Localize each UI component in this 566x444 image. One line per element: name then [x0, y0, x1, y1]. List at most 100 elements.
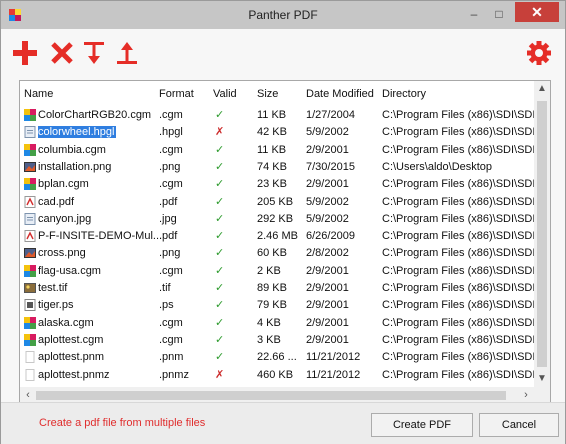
- file-date-modified: 2/9/2001: [306, 316, 349, 329]
- file-size: 42 KB: [257, 126, 287, 139]
- file-directory: C:\Program Files (x86)\SDI\SDI Offi: [382, 212, 534, 225]
- list-item[interactable]: aplottest.pnm .pnm ✓ 22.66 ... 11/21/2012 C:\…: [20, 349, 534, 366]
- move-down-button[interactable]: [80, 39, 108, 67]
- file-size: 292 KB: [257, 212, 294, 225]
- file-directory: C:\Program Files (x86)\SDI\SDI Offi: [382, 264, 534, 277]
- list-item[interactable]: aplottest.cgm .cgm ✓ 3 KB 2/9/2001 C:\Program…: [20, 332, 534, 349]
- file-directory: C:\Program Files (x86)\SDI\SDI Offi: [382, 195, 534, 208]
- file-name: tiger.ps: [38, 299, 74, 312]
- cgm-file-icon: [24, 143, 36, 156]
- list-item[interactable]: cross.png .png ✓ 60 KB 2/8/2002 C:\Program Fi…: [20, 245, 534, 262]
- file-date-modified: 1/27/2004: [306, 109, 355, 121]
- file-format: .ps: [159, 299, 174, 312]
- file-size: 4 KB: [257, 316, 281, 329]
- vertical-scrollbar[interactable]: ▲ ▼: [534, 81, 550, 387]
- file-list[interactable]: Name Format Valid Size Date Modified Dir…: [19, 80, 551, 404]
- horizontal-scroll-thumb[interactable]: [36, 391, 506, 400]
- file-name: alaska.cgm: [38, 316, 94, 329]
- move-down-icon: [84, 42, 104, 64]
- file-size: 23 KB: [257, 178, 287, 191]
- blank-file-icon: [24, 368, 36, 381]
- list-item[interactable]: canyon.jpg .jpg ✓ 292 KB 5/9/2002 C:\Program …: [20, 211, 534, 228]
- file-name: cad.pdf: [38, 195, 75, 208]
- x-icon: [51, 42, 73, 64]
- close-button[interactable]: ✕: [515, 2, 559, 22]
- create-pdf-button[interactable]: Create PDF: [371, 413, 473, 437]
- column-header-valid[interactable]: Valid: [213, 84, 243, 104]
- file-valid-mark: ✓: [215, 316, 225, 329]
- file-format: .pnm: [159, 351, 184, 364]
- column-header-name[interactable]: Name: [24, 84, 150, 104]
- file-valid-mark: ✓: [215, 333, 225, 346]
- scroll-up-arrow[interactable]: ▲: [534, 81, 550, 97]
- list-item[interactable]: columbia.cgm .cgm ✓ 11 KB 2/9/2001 C:\Program…: [20, 142, 534, 159]
- file-format: .cgm: [159, 143, 183, 156]
- file-size: 79 KB: [257, 299, 287, 312]
- file-name: bplan.cgm: [38, 178, 89, 191]
- gear-icon: [527, 41, 551, 65]
- list-item[interactable]: aplottest.pnmz .pnmz ✗ 460 KB 11/21/2012 C:\P…: [20, 367, 534, 384]
- cancel-button[interactable]: Cancel: [479, 413, 559, 437]
- list-item[interactable]: colorwheel.hpgl .hpgl ✗ 42 KB 5/9/2002 C:\Pro…: [20, 124, 534, 141]
- file-date-modified: 2/8/2002: [306, 247, 349, 260]
- file-valid-mark: ✓: [215, 230, 225, 243]
- title-bar[interactable]: Panther PDF – □ ✕: [1, 1, 565, 29]
- list-item[interactable]: flag-usa.cgm .cgm ✓ 2 KB 2/9/2001 C:\Program …: [20, 263, 534, 280]
- file-valid-mark: ✓: [215, 195, 225, 208]
- column-header-date-modified[interactable]: Date Modified: [306, 84, 380, 104]
- scroll-right-arrow[interactable]: ›: [518, 387, 534, 403]
- minimize-button[interactable]: –: [462, 5, 486, 23]
- file-name: columbia.cgm: [38, 143, 106, 156]
- file-name: flag-usa.cgm: [38, 264, 101, 277]
- file-valid-mark: ✓: [215, 351, 225, 364]
- list-item[interactable]: alaska.cgm .cgm ✓ 4 KB 2/9/2001 C:\Program Fi…: [20, 315, 534, 332]
- remove-file-button[interactable]: [48, 39, 76, 67]
- file-date-modified: 5/9/2002: [306, 195, 349, 208]
- file-valid-mark: ✓: [215, 247, 225, 260]
- file-valid-mark: ✓: [215, 299, 225, 312]
- move-up-button[interactable]: [113, 39, 141, 67]
- file-valid-mark: ✗: [215, 126, 225, 139]
- scroll-left-arrow[interactable]: ‹: [20, 387, 36, 403]
- file-date-modified: 5/9/2002: [306, 212, 349, 225]
- list-item[interactable]: P-F-INSITE-DEMO-Mul... .pdf ✓ 2.46 MB 6/26/2…: [20, 228, 534, 245]
- file-format: .cgm: [159, 264, 183, 277]
- scroll-down-arrow[interactable]: ▼: [534, 371, 550, 387]
- file-directory: C:\Program Files (x86)\SDI\SDI Offi: [382, 368, 534, 381]
- file-name: aplottest.pnmz: [38, 368, 110, 381]
- settings-button[interactable]: [525, 39, 553, 67]
- file-format: .pdf: [159, 230, 178, 243]
- column-header-size[interactable]: Size: [257, 84, 301, 104]
- ps-file-icon: [24, 299, 36, 312]
- horizontal-scrollbar[interactable]: ‹ ›: [20, 387, 534, 403]
- list-item[interactable]: test.tif .tif ✓ 89 KB 2/9/2001 C:\Program Fil…: [20, 280, 534, 297]
- file-date-modified: 5/9/2002: [306, 126, 349, 139]
- file-name: aplottest.cgm: [38, 333, 104, 346]
- list-item[interactable]: cad.pdf .pdf ✓ 205 KB 5/9/2002 C:\Program Fil…: [20, 194, 534, 211]
- list-item[interactable]: bplan.cgm .cgm ✓ 23 KB 2/9/2001 C:\Program Fi…: [20, 176, 534, 193]
- cgm-file-icon: [24, 316, 36, 329]
- maximize-button[interactable]: □: [487, 5, 511, 23]
- file-directory: C:\Program Files (x86)\SDI\SDI Offi: [382, 299, 534, 312]
- file-size: 60 KB: [257, 247, 287, 260]
- file-format: .png: [159, 247, 181, 260]
- image-file-icon: [24, 161, 36, 173]
- file-name: colorwheel.hpgl: [38, 126, 117, 139]
- file-format: .cgm: [159, 178, 183, 191]
- list-item[interactable]: ColorChartRGB20.cgm .cgm ✓ 11 KB 1/27/2004 C:…: [20, 107, 534, 124]
- list-item[interactable]: tiger.ps .ps ✓ 79 KB 2/9/2001 C:\Program File…: [20, 297, 534, 314]
- file-date-modified: 2/9/2001: [306, 264, 349, 277]
- file-valid-mark: ✓: [215, 160, 225, 173]
- column-header-directory[interactable]: Directory: [382, 84, 534, 104]
- file-size: 2 KB: [257, 264, 281, 277]
- column-header-format[interactable]: Format: [159, 84, 211, 104]
- list-item[interactable]: installation.png .png ✓ 74 KB 7/30/2015 C:\Us…: [20, 159, 534, 176]
- vertical-scroll-thumb[interactable]: [537, 101, 547, 367]
- file-format: .tif: [159, 282, 171, 294]
- file-directory: C:\Program Files (x86)\SDI\SDI Offi: [382, 109, 534, 121]
- file-size: 11 KB: [257, 143, 287, 156]
- file-format: .jpg: [159, 212, 177, 225]
- add-file-button[interactable]: [11, 39, 39, 67]
- pdf-file-icon: [24, 230, 36, 243]
- blank-file-icon: [24, 351, 36, 364]
